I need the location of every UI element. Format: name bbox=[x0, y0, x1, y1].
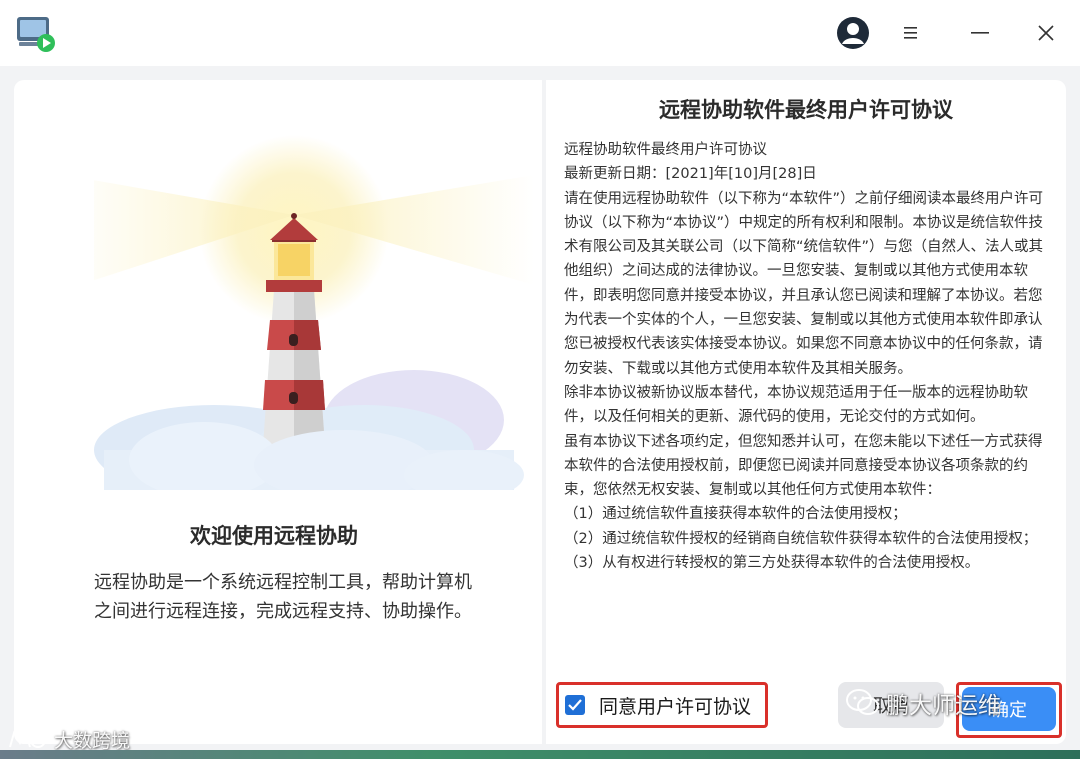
eula-paragraph: （3）从有权进行转授权的第三方处获得本软件的合法使用授权。 bbox=[564, 555, 980, 572]
eula-paragraph: （1）通过统信软件直接获得本软件的合法使用授权； bbox=[564, 506, 907, 523]
hamburger-menu-icon bbox=[904, 27, 917, 39]
user-avatar-icon bbox=[837, 17, 869, 49]
close-icon bbox=[1038, 25, 1054, 41]
eula-title: 远程协助软件最终用户许可协议 bbox=[659, 98, 953, 122]
wechat-watermark: 鹏大师运维 bbox=[846, 686, 1001, 720]
brand-logo-icon bbox=[9, 730, 46, 748]
lighthouse-illustration bbox=[64, 120, 534, 500]
welcome-description: 远程协助是一个系统远程控制工具，帮助计算机之间进行远程连接，完成远程支持、协助操… bbox=[94, 572, 472, 622]
main-content: 欢迎使用远程协助 远程协助是一个系统远程控制工具，帮助计算机之间进行远程连接，完… bbox=[14, 80, 1066, 744]
eula-paragraph: （2）通过统信软件授权的经销商自统信软件获得本软件的合法使用授权； bbox=[564, 530, 1038, 547]
eula-paragraph: 除非本协议被新协议版本替代，本协议规范适用于任一版本的远程协助软件，以及任何相关… bbox=[564, 384, 1028, 426]
bottom-left-watermark: 大数跨境 bbox=[8, 726, 130, 753]
agree-checkbox[interactable] bbox=[565, 695, 585, 715]
eula-paragraph: 最新更新日期：[2021]年[10]月[28]日 bbox=[564, 166, 817, 183]
eula-panel: 远程协助软件最终用户许可协议 远程协助软件最终用户许可协议 最新更新日期：[20… bbox=[546, 80, 1066, 744]
wechat-icon bbox=[846, 689, 879, 715]
eula-paragraph: 远程协助软件最终用户许可协议 bbox=[564, 142, 767, 158]
minimize-button[interactable] bbox=[960, 13, 1000, 53]
agree-label: 同意用户许可协议 bbox=[599, 695, 752, 718]
wechat-watermark-text: 鹏大师运维 bbox=[886, 693, 1001, 719]
remote-assist-app-icon bbox=[16, 15, 56, 53]
welcome-panel: 欢迎使用远程协助 远程协助是一个系统远程控制工具，帮助计算机之间进行远程连接，完… bbox=[14, 80, 542, 744]
title-bar bbox=[0, 0, 1080, 66]
eula-paragraph: 虽有本协议下述各项约定，但您知悉并认可，在您未能以下述任一方式获得本软件的合法使… bbox=[564, 433, 1043, 499]
minimize-icon bbox=[971, 32, 989, 34]
main-menu-button[interactable] bbox=[891, 13, 931, 53]
agree-license-checkbox-row[interactable]: 同意用户许可协议 bbox=[556, 682, 768, 728]
checkmark-icon bbox=[568, 699, 582, 711]
bottom-left-watermark-text: 大数跨境 bbox=[54, 730, 131, 752]
eula-text-area[interactable]: 远程协助软件最终用户许可协议 最新更新日期：[2021]年[10]月[28]日 … bbox=[564, 138, 1052, 676]
user-avatar-button[interactable] bbox=[833, 13, 873, 53]
eula-paragraph: 请在使用远程协助软件（以下称为“本软件”）之前仔细阅读本最终用户许可协议（以下称… bbox=[564, 190, 1044, 377]
close-button[interactable] bbox=[1026, 13, 1066, 53]
desktop-background-strip bbox=[0, 750, 1080, 759]
welcome-title: 欢迎使用远程协助 bbox=[190, 524, 358, 548]
